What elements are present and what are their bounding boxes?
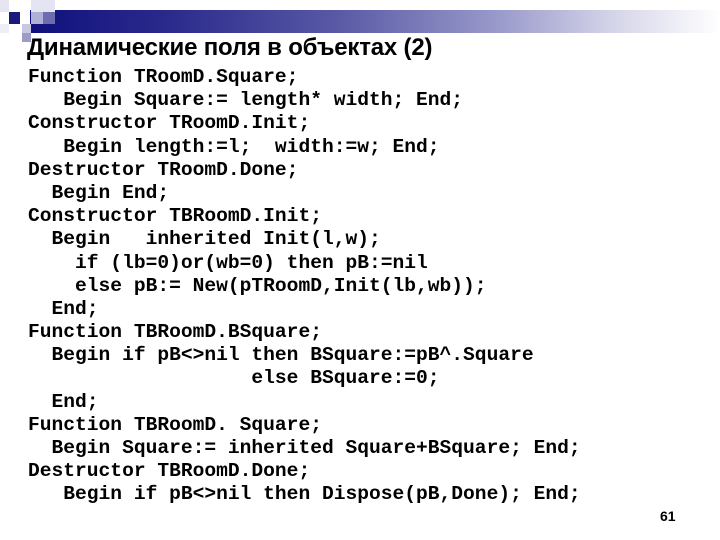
code-line: Destructor TBRoomD.Done; <box>28 460 311 483</box>
decorative-square <box>0 24 9 33</box>
code-line: Begin Square:= length* width; End; <box>28 89 464 112</box>
page-number: 61 <box>660 508 676 524</box>
decorative-square <box>43 12 55 24</box>
code-line: if (lb=0)or(wb=0) then pB:=nil <box>28 251 428 274</box>
code-line: Begin if pB<>nil then BSquare:=pB^.Squar… <box>28 344 534 367</box>
decorative-square <box>22 24 31 33</box>
code-line: Function TRoomD.Square; <box>28 66 299 88</box>
code-line: End; <box>28 297 99 320</box>
code-line: End; <box>28 390 99 413</box>
code-line: Begin length:=l; width:=w; End; <box>28 135 440 158</box>
code-line: Begin if pB<>nil then Dispose(pB,Done); … <box>28 483 581 506</box>
code-line: else BSquare:=0; <box>28 367 440 390</box>
code-line: Constructor TRoomD.Init; <box>28 112 311 135</box>
decorative-square <box>31 12 43 24</box>
decorative-square <box>9 12 20 24</box>
decorative-square <box>31 0 55 12</box>
header-gradient-bar <box>30 10 720 33</box>
code-line: Function TBRoomD. Square; <box>28 413 322 436</box>
code-line: Function TBRoomD.BSquare; <box>28 321 322 344</box>
slide: Динамические поля в объектах (2) Functio… <box>0 0 720 540</box>
code-line: Begin inherited Init(l,w); <box>28 228 381 251</box>
code-line: Begin End; <box>28 181 170 204</box>
code-line: Constructor TBRoomD.Init; <box>28 205 322 228</box>
code-line: Destructor TRoomD.Done; <box>28 158 299 181</box>
code-line: Begin Square:= inherited Square+BSquare;… <box>28 437 581 459</box>
code-block: Function TRoomD.Square; Begin Square:= l… <box>28 66 581 507</box>
code-line: else pB:= New(pTRoomD,Init(lb,wb)); <box>28 274 487 297</box>
slide-title: Динамические поля в объектах (2) <box>27 34 433 61</box>
decorative-square <box>0 0 9 12</box>
